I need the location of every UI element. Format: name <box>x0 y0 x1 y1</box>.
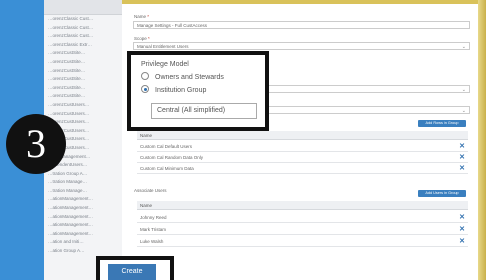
institution-group-select[interactable]: Central (All simplified) <box>151 103 257 119</box>
table-cell: Johnny Reed <box>140 215 167 220</box>
scope-select[interactable]: Manual Entitlement Users ⌄ <box>133 42 470 50</box>
table-cell: Luke Walsh <box>140 239 164 244</box>
scope-label: Scope * <box>134 36 150 41</box>
radio-label: Owners and Stewards <box>155 74 224 81</box>
chevron-down-icon: ⌄ <box>461 87 466 93</box>
step-number-badge: 3 <box>6 114 66 174</box>
close-icon[interactable]: ✕ <box>459 236 465 247</box>
name-label: Name * <box>134 14 149 19</box>
sidebar-item[interactable]: …orenzCustSite… <box>48 92 122 101</box>
sidebar-item[interactable]: …ationManagement… <box>48 221 122 230</box>
close-icon[interactable]: ✕ <box>459 224 465 235</box>
radio-owners-stewards[interactable]: Owners and Stewards <box>141 72 224 84</box>
sidebar-item[interactable]: …ationManagement… <box>48 213 122 222</box>
chevron-down-icon: ⌄ <box>461 44 466 50</box>
sidebar-item[interactable]: …ationManagement… <box>48 204 122 213</box>
decorative-top-border <box>122 0 480 4</box>
table-row: Luke Walsh ✕ <box>137 236 468 247</box>
table-cell: Custom Cal Minimum Data <box>140 166 194 171</box>
users-table-header: Name <box>137 201 468 210</box>
close-icon[interactable]: ✕ <box>459 152 465 163</box>
radio-checked-icon[interactable] <box>141 85 149 94</box>
sidebar-item[interactable]: …orenzClassic Extr… <box>48 41 122 50</box>
table-row: Mark Tristam ✕ <box>137 224 468 235</box>
decorative-right-border <box>478 0 486 280</box>
add-users-in-group-button[interactable]: Add Users in Group <box>418 190 466 197</box>
table-row: Custom Cal Minimum Data ✕ <box>137 163 468 174</box>
table-row: Custom Cal Random Data Only ✕ <box>137 152 468 163</box>
close-icon[interactable]: ✕ <box>459 163 465 174</box>
close-icon[interactable]: ✕ <box>459 141 465 152</box>
sidebar-top-bar <box>44 0 122 15</box>
sidebar-item[interactable]: …ationManagement… <box>48 195 122 204</box>
sidebar-item[interactable]: …orenzCustSite… <box>48 75 122 84</box>
table-row: Custom Cal Default Users ✕ <box>137 141 468 152</box>
required-marker: * <box>148 36 150 41</box>
sidebar-item[interactable]: …orenzClassic Cust… <box>48 24 122 33</box>
required-marker: * <box>147 14 150 19</box>
radio-label: Institution Group <box>155 87 207 94</box>
table-row: Johnny Reed ✕ <box>137 212 468 223</box>
create-button[interactable]: Create <box>108 264 156 280</box>
chevron-down-icon: ⌄ <box>461 108 466 114</box>
table-cell: Custom Cal Default Users <box>140 144 193 149</box>
sidebar-item[interactable]: …ation Group A… <box>48 247 122 256</box>
associate-users-label: Associate Users <box>134 188 167 193</box>
sidebar-item[interactable]: …orenzClassic Cust… <box>48 32 122 41</box>
table-cell: Mark Tristam <box>140 227 167 232</box>
radio-unchecked-icon[interactable] <box>141 72 149 81</box>
sidebar-item[interactable]: …tration Manage… <box>48 178 122 187</box>
sidebar-item[interactable]: …ation and Initi… <box>48 238 122 247</box>
sidebar-item[interactable]: …orenzClassic Cust… <box>48 15 122 24</box>
sidebar-item[interactable]: …orenzCustSite… <box>48 58 122 67</box>
close-icon[interactable]: ✕ <box>459 212 465 223</box>
privilege-model-callout: Privilege Model Owners and Stewards Inst… <box>127 51 269 131</box>
add-rows-in-group-button[interactable]: Add Rows in Group <box>418 120 466 127</box>
sidebar-item[interactable]: …orenzCustUsers… <box>48 110 122 119</box>
scope-value: Manual Entitlement Users <box>137 44 189 49</box>
sidebar-item[interactable]: …ationManagement… <box>48 230 122 239</box>
create-button-callout: Create <box>96 256 174 280</box>
scope-label-text: Scope <box>134 36 147 41</box>
name-input[interactable]: Manage Settings - Full CustAccess <box>133 21 470 29</box>
sidebar-item[interactable]: …orenzCustSite… <box>48 67 122 76</box>
radio-institution-group[interactable]: Institution Group <box>141 85 206 97</box>
sidebar-item[interactable]: …orenzCustSite… <box>48 84 122 93</box>
table-cell: Custom Cal Random Data Only <box>140 155 204 160</box>
privilege-model-title: Privilege Model <box>141 61 189 68</box>
groups-table-header: Name <box>137 131 468 140</box>
name-label-text: Name <box>134 14 147 19</box>
sidebar-item[interactable]: …tration Group A… <box>48 170 122 179</box>
sidebar-item[interactable]: …tration Manage… <box>48 187 122 196</box>
sidebar-item[interactable]: …orenzCustUsers… <box>48 101 122 110</box>
sidebar-item[interactable]: …orenzCustSite… <box>48 49 122 58</box>
